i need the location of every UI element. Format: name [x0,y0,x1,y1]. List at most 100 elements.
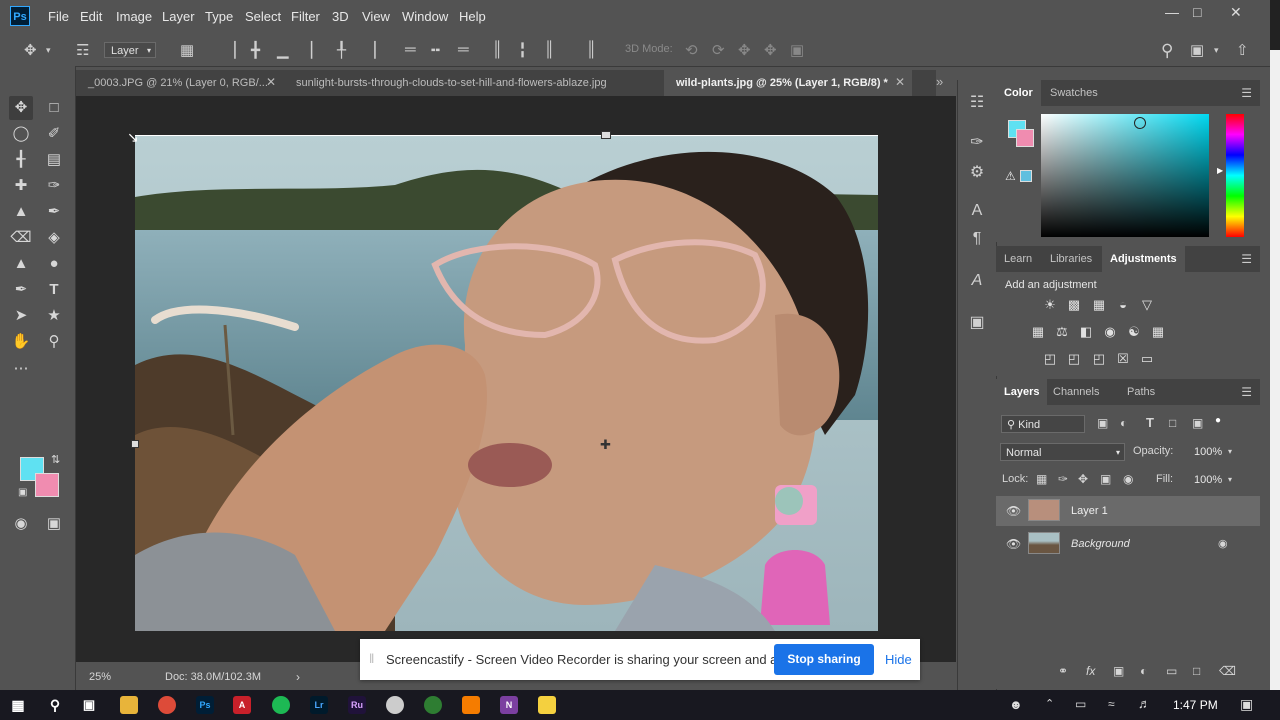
rush-icon[interactable]: Ru [348,696,366,714]
clock[interactable]: 1:47 PM [1173,698,1218,712]
fill-field[interactable]: 100% [1189,471,1225,489]
more-tabs-icon[interactable]: » [936,74,943,89]
minimize-icon[interactable]: — [1165,4,1179,20]
zoom-level[interactable]: 25% [89,671,111,683]
lock-position-icon[interactable]: ✥ [1078,472,1088,486]
add-mask-icon[interactable]: ▣ [1113,664,1124,678]
lasso-tool-icon[interactable]: ◯ [9,122,33,146]
move-tool-icon[interactable]: ✥ [24,41,37,59]
menu-type[interactable]: Type [205,9,233,24]
gradient-map-icon[interactable]: ▭ [1139,352,1155,366]
task-view-icon[interactable]: ▣ [80,696,98,714]
blur-tool-icon[interactable]: ▲ [9,252,33,276]
dodge-tool-icon[interactable]: ● [42,252,66,276]
black-white-icon[interactable]: ◧ [1078,325,1094,339]
lightroom-icon[interactable]: Lr [310,696,328,714]
filter-adjustment-icon[interactable]: ◐ [1120,416,1127,430]
transform-handle-top[interactable] [601,131,611,139]
align-bottom-icon[interactable]: ▁ [277,41,289,59]
color-lookup-icon[interactable]: ▦ [1150,325,1166,339]
clone-stamp-icon[interactable]: ▲ [9,200,33,224]
align-vcenter-icon[interactable]: ╋ [251,41,260,59]
visibility-eye-icon[interactable]: 👁 [1006,504,1021,518]
menu-view[interactable]: View [362,9,390,24]
threshold-icon[interactable]: ◰ [1091,352,1107,366]
menu-layer[interactable]: Layer [162,9,195,24]
hue-saturation-icon[interactable]: ▦ [1030,325,1046,339]
tab-paths[interactable]: Paths [1119,379,1163,405]
search-icon[interactable]: ⚲ [1161,41,1173,61]
web-safe-swatch[interactable] [1020,170,1032,182]
share-icon[interactable]: ⇧ [1236,41,1249,59]
zoom-tool-icon[interactable]: ⚲ [42,330,66,354]
align-left-icon[interactable]: ▏ [311,41,323,59]
distribute-vcenter-icon[interactable]: ╍ [431,41,440,59]
tab-color[interactable]: Color [996,80,1041,106]
type-tool-icon[interactable]: T [42,278,66,302]
align-hcenter-icon[interactable]: ╀ [337,41,346,59]
adjustment-presets-icon[interactable]: ⚙ [966,162,988,182]
screen-mode-icon[interactable]: ▣ [42,512,66,536]
move-tool-icon[interactable]: ✥ [9,96,33,120]
distribute-hcenter-icon[interactable]: ╏ [518,41,527,59]
chevron-down-icon[interactable]: ▾ [1228,447,1232,456]
layer-row-layer-1[interactable]: 👁 Layer 1 [996,496,1260,526]
panel-menu-icon[interactable]: ☰ [1241,86,1252,100]
tab-learn[interactable]: Learn [996,246,1040,272]
chrome-icon[interactable] [158,696,176,714]
menu-window[interactable]: Window [402,9,448,24]
delete-layer-icon[interactable]: ⌫ [1219,664,1236,678]
color-balance-icon[interactable]: ⚖ [1054,325,1070,339]
transform-handle-left[interactable] [131,440,139,448]
wifi-icon[interactable]: ≈ [1108,697,1115,711]
distribute-bottom-icon[interactable]: ═ [458,41,469,58]
visibility-eye-icon[interactable]: 👁 [1006,537,1021,551]
roll-3d-icon[interactable]: ⟳ [712,41,725,59]
tab-document-3[interactable]: wild-plants.jpg @ 25% (Layer 1, RGB/8) * [664,70,912,96]
close-tab-icon[interactable]: ✕ [266,75,276,89]
filter-toggle-icon[interactable]: ● [1215,415,1221,426]
posterize-icon[interactable]: ◰ [1066,352,1082,366]
exposure-icon[interactable]: ◒ [1115,298,1131,312]
tab-document-2[interactable]: sunlight-bursts-through-clouds-to-set-hi… [284,70,662,96]
workspace-icon[interactable]: ▣ [1190,41,1204,59]
chevron-down-icon[interactable]: ▾ [46,45,51,56]
menu-3d[interactable]: 3D [332,9,349,24]
menu-select[interactable]: Select [245,9,281,24]
levels-icon[interactable]: ▩ [1066,298,1082,312]
tab-swatches[interactable]: Swatches [1042,80,1106,106]
sticky-notes-icon[interactable] [538,696,556,714]
people-icon[interactable]: ☻ [1009,697,1023,712]
custom-shape-icon[interactable]: ★ [42,304,66,328]
paint-bucket-icon[interactable]: ◈ [42,226,66,250]
layer-style-icon[interactable]: fx [1086,664,1095,678]
menu-image[interactable]: Image [116,9,152,24]
curves-icon[interactable]: ▦ [1091,298,1107,312]
brush-settings-icon[interactable]: ✑ [966,132,988,152]
chevron-down-icon[interactable]: ▾ [1214,45,1219,56]
acrobat-icon[interactable]: A [233,696,251,714]
channel-mixer-icon[interactable]: ☯ [1126,325,1142,339]
scale-3d-icon[interactable]: ▣ [790,41,804,59]
color-field[interactable] [1041,114,1209,237]
more-tools-icon[interactable]: ⋯ [9,357,33,381]
history-panel-icon[interactable]: ☷ [966,92,988,112]
windows-start-icon[interactable]: ▦ [9,696,27,714]
file-explorer-icon[interactable] [120,696,138,714]
healing-brush-icon[interactable]: ✚ [9,174,33,198]
character-panel-icon[interactable]: A [966,202,988,220]
invert-icon[interactable]: ◰ [1042,352,1058,366]
brush-tool-icon[interactable]: ✑ [42,174,66,198]
layer-name[interactable]: Layer 1 [1071,505,1108,517]
hand-tool-icon[interactable]: ✋ [9,330,33,354]
blend-mode-select[interactable]: Normal ▾ [1000,443,1125,461]
ruler-tool-icon[interactable]: ▤ [42,148,66,172]
brightness-contrast-icon[interactable]: ☀ [1042,298,1058,312]
new-group-icon[interactable]: ▭ [1166,664,1177,678]
eraser-tool-icon[interactable]: ⌫ [9,226,33,250]
tab-document-1[interactable]: _0003.JPG @ 21% (Layer 0, RGB/... [76,70,286,96]
crop-tool-icon[interactable]: ╉ [9,148,33,172]
paragraph-panel-icon[interactable]: ¶ [966,230,988,248]
close-icon[interactable]: ✕ [1230,4,1242,21]
pen-tool-icon[interactable]: ✒ [9,278,33,302]
